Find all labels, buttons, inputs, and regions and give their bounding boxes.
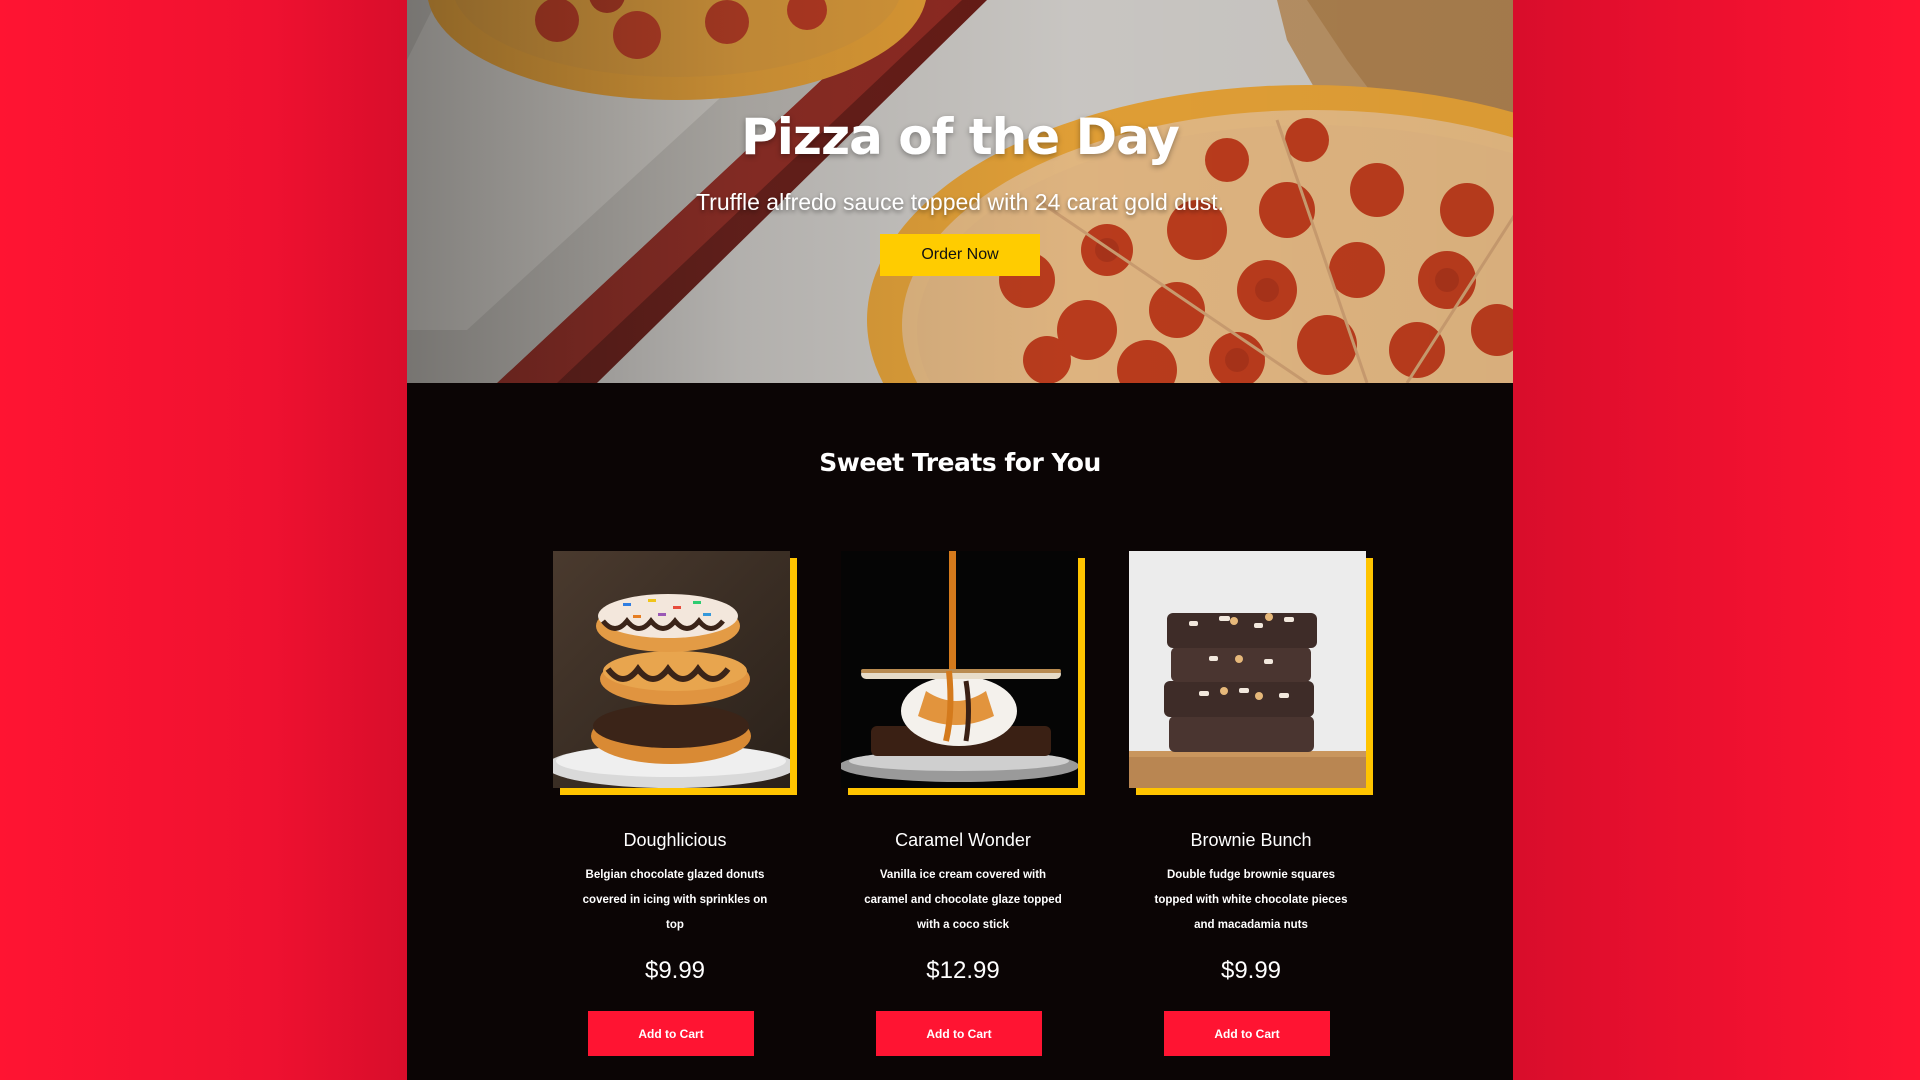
add-to-cart-button[interactable]: Add to Cart xyxy=(588,1011,754,1056)
ice-cream-photo xyxy=(841,551,1078,788)
hero-banner: Pizza of the Day Truffle alfredo sauce t… xyxy=(407,0,1513,383)
add-to-cart-button[interactable]: Add to Cart xyxy=(876,1011,1042,1056)
product-image-wrapper xyxy=(553,551,797,795)
product-price: $9.99 xyxy=(644,957,706,984)
product-grid: Doughlicious Belgian chocolate glazed do… xyxy=(553,551,1373,1071)
product-name: Brownie Bunch xyxy=(1190,830,1312,850)
product-name: Doughlicious xyxy=(623,830,727,850)
product-image-wrapper xyxy=(1129,551,1373,795)
product-image-wrapper xyxy=(841,551,1085,795)
page-container: Pizza of the Day Truffle alfredo sauce t… xyxy=(407,0,1513,1080)
product-card: Brownie Bunch Double fudge brownie squar… xyxy=(1129,551,1373,1056)
hero-content: Pizza of the Day Truffle alfredo sauce t… xyxy=(407,105,1513,276)
product-card: Caramel Wonder Vanilla ice cream covered… xyxy=(841,551,1085,1056)
order-now-button[interactable]: Order Now xyxy=(880,234,1040,276)
hero-subtitle: Truffle alfredo sauce topped with 24 car… xyxy=(695,189,1225,215)
add-to-cart-button[interactable]: Add to Cart xyxy=(1164,1011,1330,1056)
product-price: $9.99 xyxy=(1220,957,1282,984)
product-description: Double fudge brownie squares topped with… xyxy=(1154,869,1348,931)
product-description: Vanilla ice cream covered with caramel a… xyxy=(864,869,1062,931)
product-name: Caramel Wonder xyxy=(895,830,1031,850)
brownies-photo xyxy=(1129,551,1366,788)
donuts-photo xyxy=(553,551,790,788)
hero-title: Pizza of the Day xyxy=(741,108,1180,166)
section-heading: Sweet Treats for You xyxy=(819,448,1101,477)
product-description: Belgian chocolate glazed donuts covered … xyxy=(582,869,768,931)
product-price: $12.99 xyxy=(926,957,1000,984)
product-card: Doughlicious Belgian chocolate glazed do… xyxy=(553,551,797,1056)
